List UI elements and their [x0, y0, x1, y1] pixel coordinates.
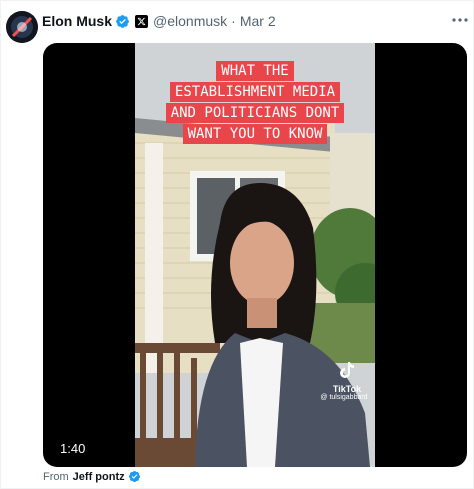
avatar-image	[6, 11, 38, 43]
video-attribution: From Jeff pontz	[43, 470, 141, 483]
author-handle[interactable]: @elonmusk	[153, 13, 227, 29]
separator-dot: ·	[231, 13, 236, 29]
tweet-header: Elon Musk @elonmusk · Mar 2	[42, 12, 276, 30]
tiktok-label: TikTok	[332, 384, 362, 394]
more-options-icon[interactable]	[450, 11, 470, 29]
caption-line: AND POLITICIANS DONT	[165, 103, 345, 123]
video-caption: WHAT THE ESTABLISHMENT MEDIA AND POLITIC…	[141, 61, 369, 145]
author-name[interactable]: Elon Musk	[42, 13, 112, 29]
tweet-date[interactable]: Mar 2	[240, 13, 276, 29]
tiktok-username: @ tulsigabbard	[320, 394, 368, 401]
caption-line: ESTABLISHMENT MEDIA	[169, 82, 341, 102]
video-frame: WHAT THE ESTABLISHMENT MEDIA AND POLITIC…	[135, 43, 375, 467]
verified-badge-icon	[115, 14, 130, 29]
attribution-source-link[interactable]: Jeff pontz	[73, 471, 125, 483]
tiktok-watermark: TikTok @ tulsigabbard	[320, 361, 373, 401]
caption-line: WHAT THE	[216, 61, 294, 81]
caption-line: WANT YOU TO KNOW	[182, 124, 328, 144]
tiktok-logo-icon	[340, 362, 354, 378]
verified-badge-icon	[128, 470, 141, 483]
tweet-card: Elon Musk @elonmusk · Mar 2 WHAT THE EST…	[0, 0, 474, 489]
attribution-prefix: From	[43, 470, 69, 483]
author-avatar[interactable]	[6, 11, 38, 43]
video-player[interactable]: WHAT THE ESTABLISHMENT MEDIA AND POLITIC…	[43, 43, 467, 467]
x-logo-icon	[135, 14, 149, 28]
video-duration: 1:40	[60, 441, 86, 456]
